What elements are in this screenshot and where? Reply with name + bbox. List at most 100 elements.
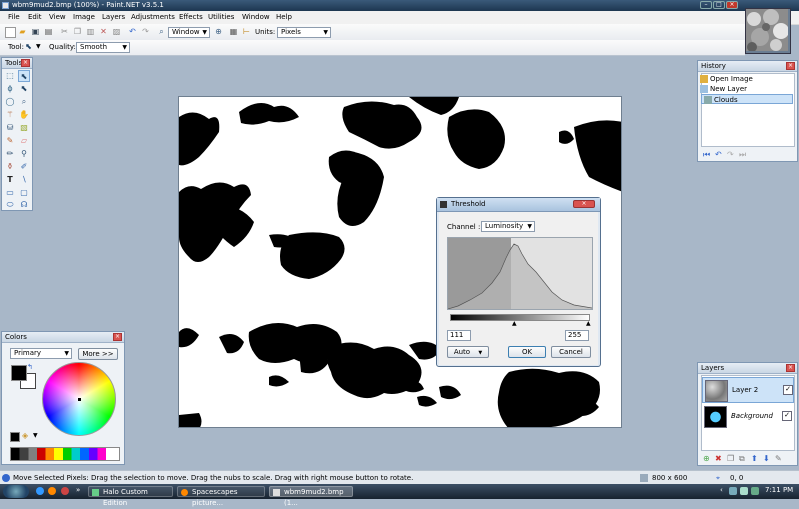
channel-combo[interactable]: Luminosity ▼ bbox=[481, 221, 535, 232]
gradient-icon[interactable]: ▧ bbox=[18, 122, 30, 134]
save-icon[interactable]: ▣ bbox=[31, 27, 40, 36]
swap-colors-icon[interactable]: ↰ bbox=[27, 363, 33, 371]
ok-button[interactable]: OK bbox=[508, 346, 546, 358]
background-visibility-checkbox[interactable]: ✓ bbox=[782, 411, 792, 421]
maximize-button[interactable]: □ bbox=[713, 1, 725, 9]
eraser-icon[interactable]: ▱ bbox=[18, 135, 30, 147]
fast-forward-icon[interactable]: ⏭ bbox=[739, 150, 746, 160]
print-icon[interactable]: ▤ bbox=[44, 27, 53, 36]
units-combo[interactable]: Pixels ▼ bbox=[277, 27, 331, 38]
redo-icon[interactable]: ↷ bbox=[141, 27, 150, 36]
chevron-down-icon[interactable]: ▼ bbox=[36, 43, 41, 50]
copy-icon[interactable]: ❐ bbox=[73, 27, 82, 36]
tray-app-icon[interactable] bbox=[751, 487, 759, 495]
new-file-icon[interactable] bbox=[5, 27, 16, 38]
freeform-shape-icon[interactable]: ☊ bbox=[18, 199, 30, 211]
chevron-down-icon[interactable]: ▼ bbox=[33, 432, 38, 439]
layer-item-background[interactable]: Background ✓ bbox=[702, 404, 794, 430]
grid-icon[interactable]: ▦ bbox=[229, 27, 238, 36]
menu-effects[interactable]: Effects bbox=[179, 13, 203, 21]
undo-icon[interactable]: ↶ bbox=[715, 150, 722, 159]
low-value-spinner[interactable]: 111 bbox=[447, 330, 471, 341]
redo-icon[interactable]: ↷ bbox=[727, 150, 734, 159]
task-paintnet[interactable]: wbm9mud2.bmp (1... bbox=[269, 486, 353, 507]
layer-item-layer-2[interactable]: Layer 2 ✓ bbox=[702, 377, 794, 403]
high-slider-handle[interactable]: ▲ bbox=[586, 320, 591, 327]
auto-button[interactable]: Auto ▼ bbox=[447, 346, 489, 358]
window-zoom-combo[interactable]: Window ▼ bbox=[168, 27, 210, 38]
zoom-icon[interactable]: ⌕ bbox=[157, 27, 166, 36]
move-layer-up-icon[interactable]: ⬆ bbox=[751, 454, 758, 463]
cancel-button[interactable]: Cancel bbox=[551, 346, 591, 358]
move-tool-icon[interactable]: ⬉ bbox=[24, 42, 33, 51]
clone-stamp-icon[interactable]: ⚱ bbox=[4, 161, 16, 173]
image-thumbnail[interactable] bbox=[745, 8, 791, 54]
menu-utilities[interactable]: Utilities bbox=[208, 13, 234, 21]
menu-image[interactable]: Image bbox=[73, 13, 95, 21]
menu-adjustments[interactable]: Adjustments bbox=[131, 13, 175, 21]
menu-edit[interactable]: Edit bbox=[28, 13, 42, 21]
quality-combo[interactable]: Smooth ▼ bbox=[76, 42, 130, 53]
color-mode-combo[interactable]: Primary ▼ bbox=[10, 348, 72, 359]
menu-help[interactable]: Help bbox=[276, 13, 292, 21]
close-icon[interactable]: × bbox=[786, 62, 795, 70]
minimize-button[interactable]: – bbox=[700, 1, 712, 9]
ie-icon[interactable] bbox=[36, 487, 44, 495]
paste-icon[interactable]: ▥ bbox=[86, 27, 95, 36]
color-picker-icon[interactable]: ⚲ bbox=[18, 148, 30, 160]
deselect-icon[interactable]: ▨ bbox=[112, 27, 121, 36]
move-layer-down-icon[interactable]: ⬇ bbox=[763, 454, 770, 463]
undo-icon[interactable]: ↶ bbox=[128, 27, 137, 36]
palette-swatches[interactable] bbox=[10, 447, 120, 461]
layer-properties-icon[interactable]: ✎ bbox=[775, 454, 782, 463]
task-halo-custom-edition[interactable]: Halo Custom Edition bbox=[88, 486, 173, 507]
pan-icon[interactable]: ✋ bbox=[18, 109, 30, 121]
rectangle-select-icon[interactable]: ⬚ bbox=[4, 70, 16, 82]
recolor-icon[interactable]: ✐ bbox=[18, 161, 30, 173]
start-button[interactable] bbox=[3, 485, 29, 498]
ellipse-select-icon[interactable]: ◯ bbox=[4, 96, 16, 108]
network-icon[interactable] bbox=[729, 487, 737, 495]
chevron-right-icon[interactable]: » bbox=[76, 486, 80, 494]
tray-chevron-icon[interactable]: ‹ bbox=[720, 486, 723, 494]
move-selected-pixels-icon[interactable]: ⬉ bbox=[18, 70, 30, 82]
add-layer-icon[interactable]: ⊕ bbox=[703, 454, 710, 463]
paintbrush-icon[interactable]: ✎ bbox=[4, 135, 16, 147]
history-item-clouds[interactable]: Clouds bbox=[701, 94, 793, 104]
menu-view[interactable]: View bbox=[49, 13, 66, 21]
menu-file[interactable]: File bbox=[8, 13, 20, 21]
crop-icon[interactable]: ✕ bbox=[99, 27, 108, 36]
rounded-rectangle-icon[interactable]: ▢ bbox=[18, 187, 30, 199]
histogram[interactable] bbox=[447, 237, 593, 310]
task-spacescapes[interactable]: Spacescapes picture... bbox=[177, 486, 265, 507]
more-colors-button[interactable]: More >> bbox=[78, 348, 118, 360]
close-icon[interactable]: × bbox=[573, 200, 595, 208]
rewind-icon[interactable]: ⏮ bbox=[703, 150, 710, 160]
threshold-titlebar[interactable]: Threshold × bbox=[437, 198, 600, 212]
magic-wand-icon[interactable]: ⚚ bbox=[4, 109, 16, 121]
close-icon[interactable]: × bbox=[113, 333, 122, 341]
palette-icon[interactable]: ◈ bbox=[22, 431, 28, 440]
merge-layer-icon[interactable]: ⧉ bbox=[739, 454, 745, 464]
pencil-icon[interactable]: ✏ bbox=[4, 148, 16, 160]
zoom-tool-icon[interactable]: ⌕ bbox=[18, 96, 30, 108]
layer-2-visibility-checkbox[interactable]: ✓ bbox=[783, 385, 793, 395]
delete-layer-icon[interactable]: ✖ bbox=[715, 454, 722, 463]
low-slider-handle[interactable]: ▲ bbox=[512, 320, 517, 327]
duplicate-layer-icon[interactable]: ❐ bbox=[727, 454, 734, 463]
ellipse-icon[interactable]: ⬭ bbox=[4, 199, 16, 211]
firefox-icon[interactable] bbox=[48, 487, 56, 495]
app-launcher-icon[interactable] bbox=[61, 487, 69, 495]
move-selection-icon[interactable]: ⬉ bbox=[18, 83, 30, 95]
threshold-gradient-slider[interactable] bbox=[450, 314, 590, 321]
primary-color-swatch[interactable] bbox=[11, 365, 27, 381]
paint-bucket-icon[interactable]: ⛁ bbox=[4, 122, 16, 134]
clock[interactable]: 7:11 PM bbox=[765, 486, 793, 494]
lasso-select-icon[interactable]: ϕ bbox=[4, 83, 16, 95]
high-value-spinner[interactable]: 255 bbox=[565, 330, 589, 341]
close-button[interactable]: × bbox=[726, 1, 738, 9]
history-item-open-image[interactable]: Open Image bbox=[698, 74, 790, 84]
menu-layers[interactable]: Layers bbox=[102, 13, 125, 21]
ruler-icon[interactable]: ⊢ bbox=[242, 27, 251, 36]
open-folder-icon[interactable]: ▰ bbox=[18, 27, 27, 36]
